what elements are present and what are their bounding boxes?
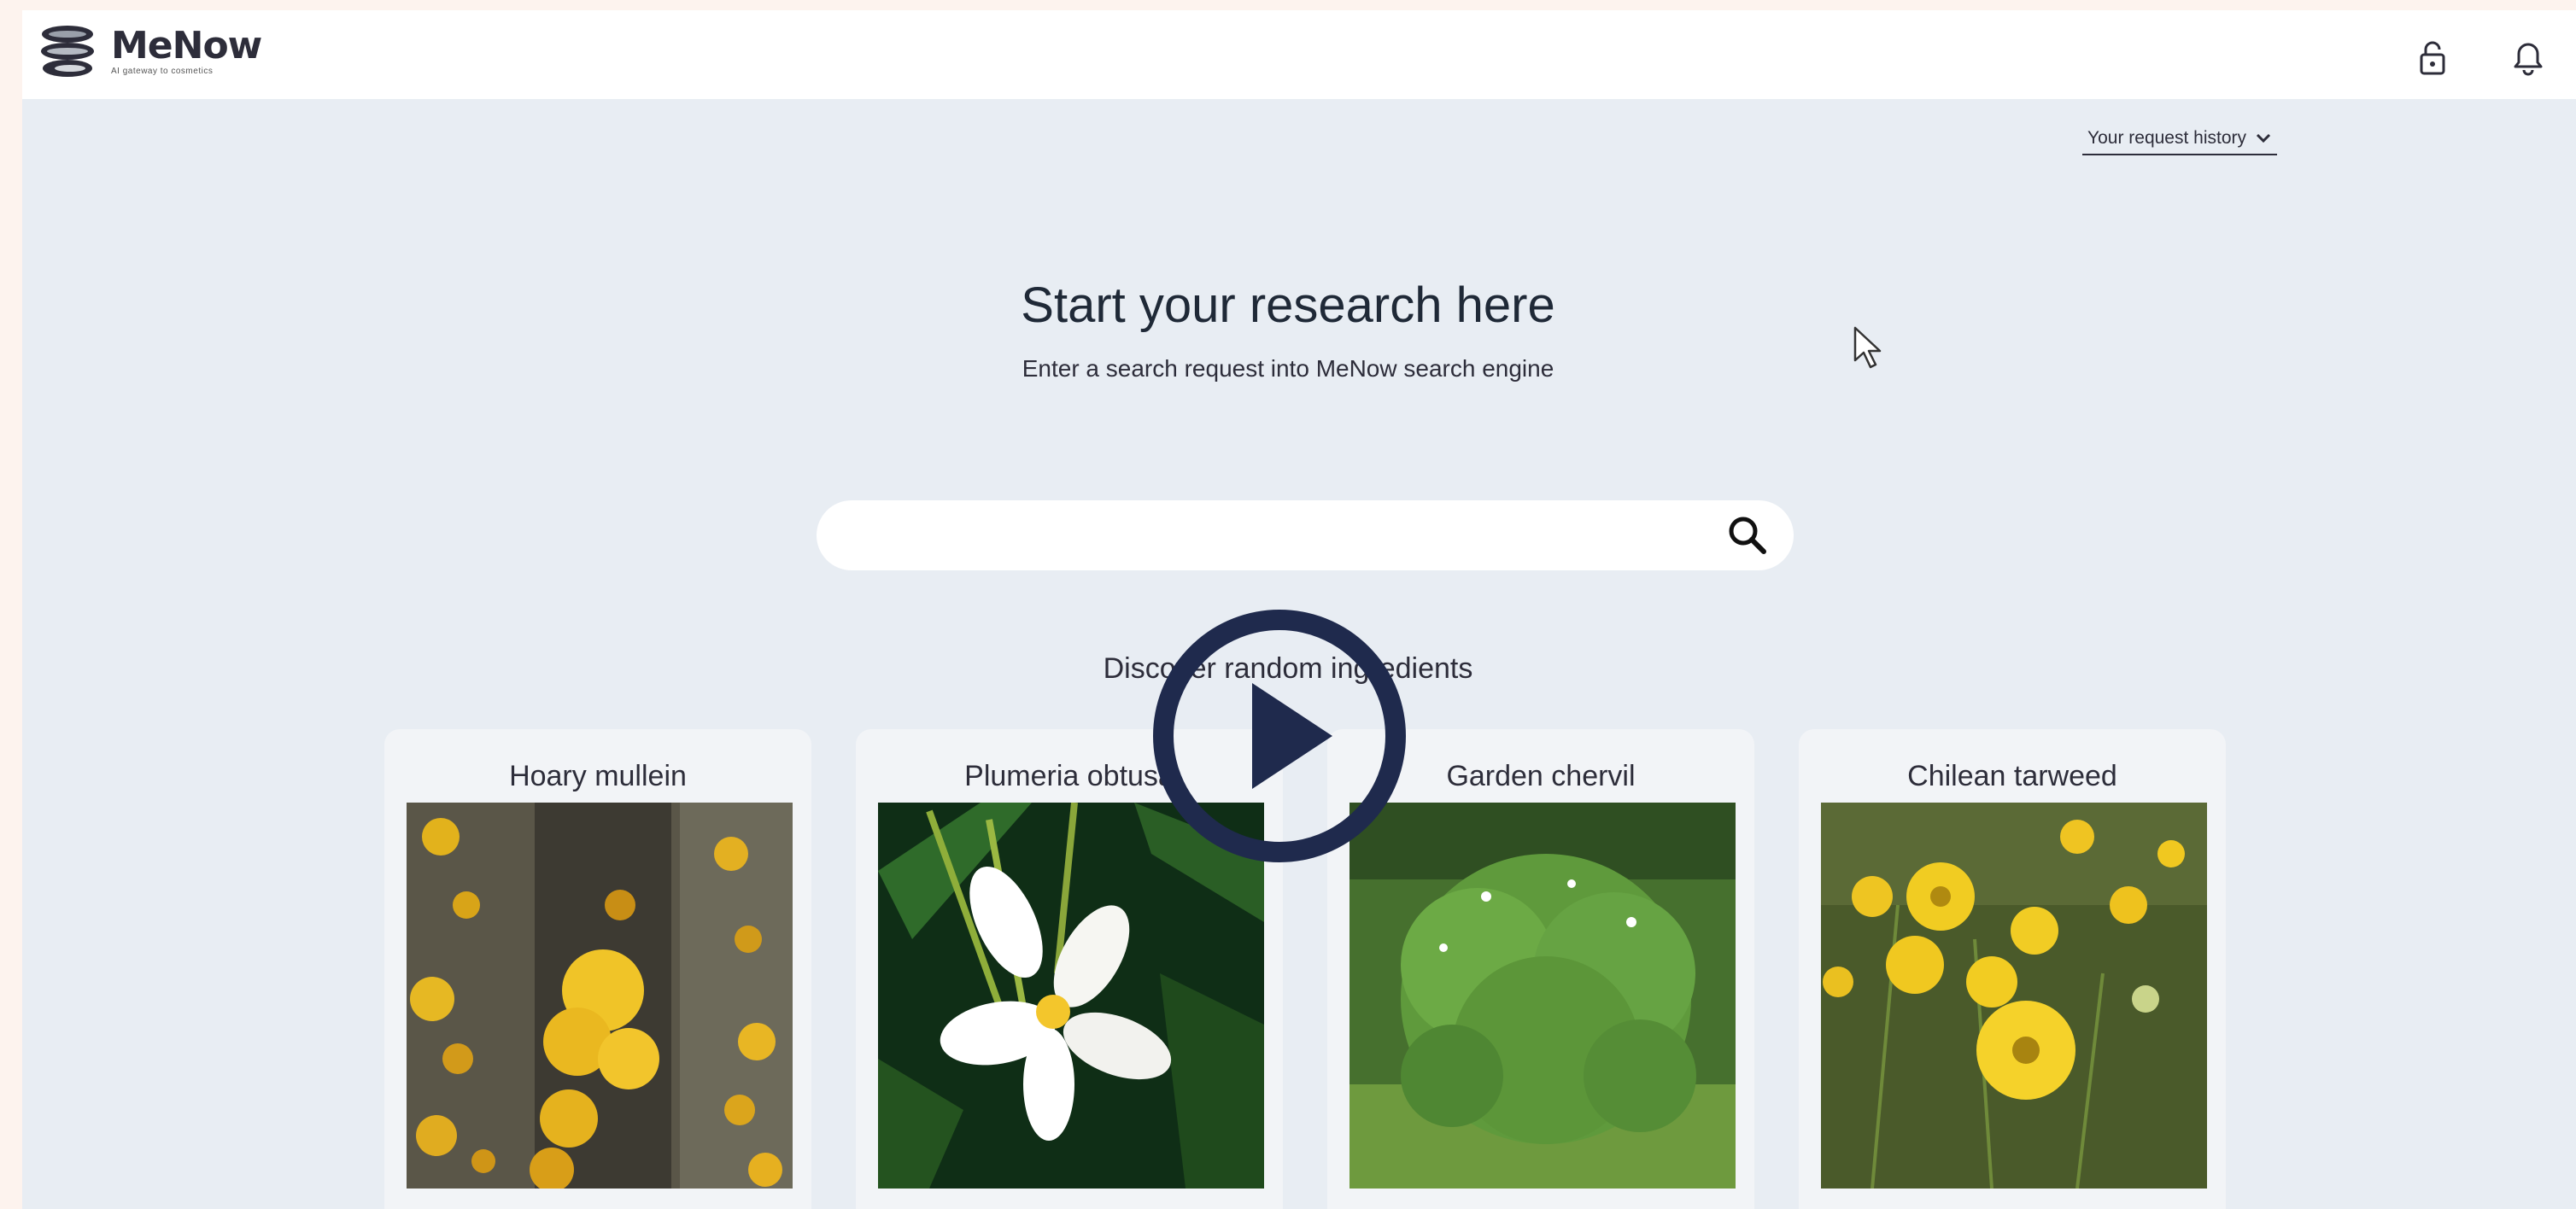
ingredient-image [1821,803,2207,1189]
brand-name: MeNow [111,23,262,67]
search-input[interactable] [851,522,1724,549]
page-subtitle: Enter a search request into MeNow search… [1022,355,1554,382]
request-history-dropdown[interactable]: Your request history [2082,128,2277,155]
video-play-button[interactable] [1151,608,1408,864]
search-bar [817,500,1794,570]
ingredient-image [407,803,793,1189]
lock-icon [2420,41,2445,75]
logo-mark-icon [41,26,94,77]
ingredient-name: Chilean tarweed [1907,760,2117,792]
ingredient-name: Hoary mullein [509,760,687,792]
ingredient-card[interactable]: Hoary mullein [384,729,811,1209]
ingredient-card[interactable]: Chilean tarweed [1799,729,2226,1209]
lock-button[interactable] [2414,39,2451,77]
bell-icon [2514,43,2543,76]
request-history-label: Your request history [2087,128,2246,148]
notifications-button[interactable] [2509,39,2547,77]
search-icon[interactable] [1724,511,1771,559]
logo[interactable]: MeNow AI gateway to cosmetics [39,22,262,80]
chevron-down-icon [2256,133,2271,143]
page-title: Start your research here [1021,277,1555,333]
app-window: MeNow AI gateway to cosmetics Your reque… [22,10,2576,1209]
play-icon [1153,610,1406,862]
top-bar: MeNow AI gateway to cosmetics [22,10,2576,99]
brand-tagline: AI gateway to cosmetics [111,66,214,76]
mouse-cursor-icon [1853,326,1882,369]
